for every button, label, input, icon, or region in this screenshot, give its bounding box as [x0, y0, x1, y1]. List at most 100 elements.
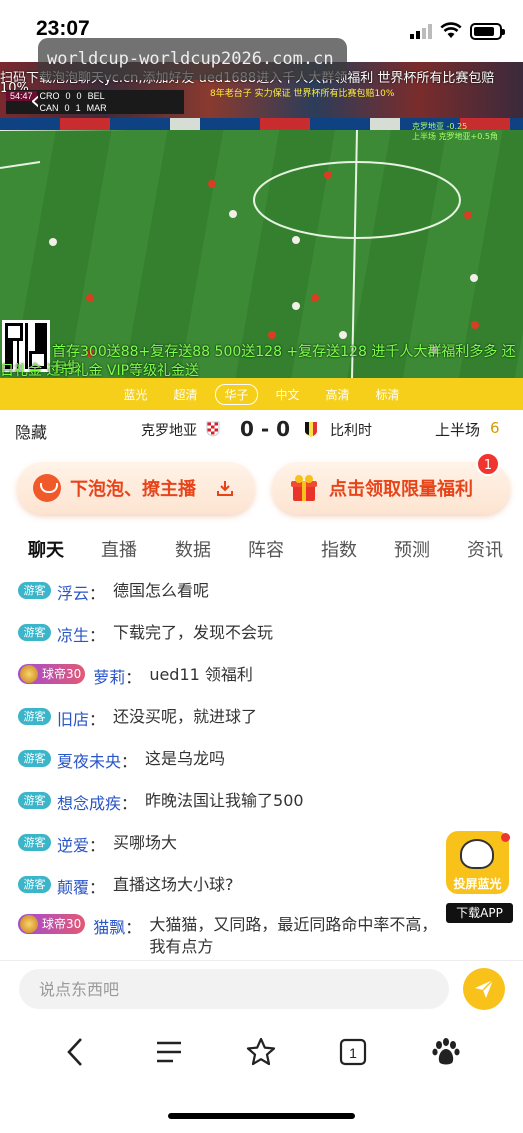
- scoreboard-home-score-1: 0: [65, 91, 71, 101]
- menu-icon: [157, 1041, 181, 1063]
- chat-text: 这是乌龙吗: [145, 749, 226, 768]
- chat-username[interactable]: 逆爱: [57, 832, 89, 856]
- guest-badge: 游客: [18, 708, 51, 725]
- tab-data[interactable]: 数据: [175, 536, 211, 562]
- tab-odds[interactable]: 指数: [321, 536, 357, 562]
- guest-badge: 游客: [18, 624, 51, 641]
- notification-badge: 1: [476, 452, 500, 476]
- match-info: 隐藏 克罗地亚 0 - 0 比利时 上半场 6: [0, 412, 523, 446]
- home-indicator: [168, 1113, 355, 1119]
- dog-mascot-icon: [460, 839, 494, 869]
- chat-text: 德国怎么看呢: [113, 581, 210, 600]
- menu-button[interactable]: [152, 1035, 186, 1069]
- channel-bar: 蓝光 超清 华子 中文 高清 标清: [0, 378, 523, 410]
- video-promo-text-2: 日礼金 过节礼金 VIP等级礼金送: [0, 363, 200, 378]
- hide-button[interactable]: 隐藏: [15, 419, 47, 443]
- chat-text: 直播这场大小球?: [113, 875, 234, 894]
- chat-text: 下载完了，发现不会玩: [113, 623, 274, 642]
- video-player[interactable]: 扫码下载泡泡聊天yc.cn,添加好友 ued1688进入千人大群领福利 世界杯所…: [0, 62, 523, 378]
- claim-bonus-label: 点击领取限量福利: [329, 479, 473, 500]
- content-tabs: 聊天 直播 数据 阵容 指数 预测 资讯: [0, 536, 523, 566]
- screencast-app-promo[interactable]: 投屏蓝光 下载APP: [446, 831, 513, 923]
- chat-username[interactable]: 颠覆: [57, 874, 89, 898]
- tab-news[interactable]: 资讯: [467, 536, 503, 562]
- download-app-button[interactable]: 下泡泡、撩主播: [17, 462, 255, 514]
- scoreboard-home-score-2: 0: [64, 103, 70, 113]
- chat-text: 昨晚法国让我输了500: [145, 791, 304, 810]
- scoreboard-away-score-1: 0: [76, 91, 82, 101]
- croatia-flag-icon: [206, 421, 220, 437]
- channel-option[interactable]: 超清: [160, 386, 210, 403]
- pitch-lines: [0, 125, 523, 378]
- match-score: 0 - 0: [240, 417, 291, 441]
- match-minute: 6: [490, 419, 500, 437]
- chat-message: 球帝30 萝莉： ued11 领福利: [18, 664, 488, 700]
- channel-option[interactable]: 中文: [263, 386, 313, 403]
- guest-badge: 游客: [18, 582, 51, 599]
- chat-message: 游客 逆爱： 买哪场大: [18, 832, 488, 868]
- back-button[interactable]: [58, 1035, 92, 1069]
- channel-option[interactable]: 高清: [313, 386, 363, 403]
- back-icon[interactable]: ‹: [30, 86, 40, 116]
- guest-badge: 游客: [18, 876, 51, 893]
- bubble-app-icon: [33, 474, 61, 502]
- tab-predict[interactable]: 预测: [394, 536, 430, 562]
- scoreboard-home-1: CRO: [39, 91, 60, 101]
- download-icon: [217, 481, 233, 496]
- chat-username[interactable]: 浮云: [57, 580, 89, 604]
- overlay-odds-line: 上半场 克罗地亚+0.5角: [412, 132, 498, 141]
- chat-text: 还没买呢，就进球了: [113, 707, 258, 726]
- chat-username[interactable]: 萝莉: [93, 664, 125, 688]
- chat-username[interactable]: 想念成疾: [57, 790, 121, 814]
- download-app-label[interactable]: 下载APP: [446, 903, 513, 923]
- channel-option-active[interactable]: 华子: [215, 383, 258, 405]
- scoreboard-away-2: MAR: [86, 103, 107, 113]
- chat-text: 大猫猫，又同路，最近同路命中率不高，我有点方: [149, 915, 438, 956]
- chat-username[interactable]: 夏夜未央: [57, 748, 121, 772]
- signal-icon: [410, 24, 432, 39]
- chat-text: ued11 领福利: [149, 665, 253, 684]
- gift-icon: [291, 475, 317, 501]
- chat-message: 游客 凉生： 下载完了，发现不会玩: [18, 622, 488, 658]
- chevron-left-icon: [67, 1038, 82, 1066]
- app-promo-icon: 投屏蓝光: [446, 831, 509, 894]
- tabs-button[interactable]: 1: [336, 1035, 370, 1069]
- paw-icon: [432, 1038, 460, 1065]
- send-button[interactable]: [463, 968, 505, 1010]
- channel-option[interactable]: 蓝光: [110, 386, 160, 403]
- tab-live[interactable]: 直播: [101, 536, 137, 562]
- claim-bonus-button[interactable]: 点击领取限量福利: [272, 462, 510, 514]
- home-team: 克罗地亚: [141, 423, 197, 439]
- tab-lineup[interactable]: 阵容: [248, 536, 284, 562]
- baidu-button[interactable]: [429, 1035, 463, 1069]
- app-promo-caption: 投屏蓝光: [453, 877, 502, 891]
- overlay-odds-line: 克罗地亚 -0.25: [412, 122, 468, 131]
- overlay-yellow-text: 8年老台子 实力保证 世界杯所有比赛包赔10%: [210, 89, 395, 99]
- guest-badge: 游客: [18, 750, 51, 767]
- tabs-count-icon: 1: [339, 1038, 367, 1066]
- chat-username[interactable]: 旧店: [57, 706, 89, 730]
- chat-text: 买哪场大: [113, 833, 178, 852]
- wifi-icon: [440, 22, 462, 38]
- red-dot-indicator: [501, 833, 510, 842]
- chat-input-bar: [0, 960, 523, 1020]
- channel-option[interactable]: 标清: [363, 386, 413, 403]
- belgium-flag-icon: [305, 422, 317, 437]
- battery-icon: [470, 23, 505, 40]
- scoreboard-away-score-2: 1: [75, 103, 81, 113]
- chat-message: 球帝30 猫飘： 大猫猫，又同路，最近同路命中率不高，我有点方: [18, 914, 498, 960]
- match-period: 上半场: [435, 421, 481, 439]
- overlay-odds: 克罗地亚 -0.25 上半场 克罗地亚+0.5角: [412, 122, 498, 142]
- chat-username[interactable]: 凉生: [57, 622, 89, 646]
- chat-username[interactable]: 猫飘: [93, 914, 125, 938]
- browser-toolbar: 1: [0, 1021, 523, 1083]
- away-team: 比利时: [330, 423, 372, 439]
- send-icon: [475, 979, 494, 998]
- tab-chat[interactable]: 聊天: [28, 536, 64, 562]
- chat-message: 游客 想念成疾： 昨晚法国让我输了500: [18, 790, 488, 826]
- favorite-button[interactable]: [244, 1035, 278, 1069]
- rank-badge: 球帝30: [18, 664, 86, 684]
- chat-input[interactable]: [19, 969, 449, 1009]
- url-bar[interactable]: worldcup-worldcup2026.com.cn: [38, 38, 347, 80]
- scoreboard-away-1: BEL: [87, 91, 105, 101]
